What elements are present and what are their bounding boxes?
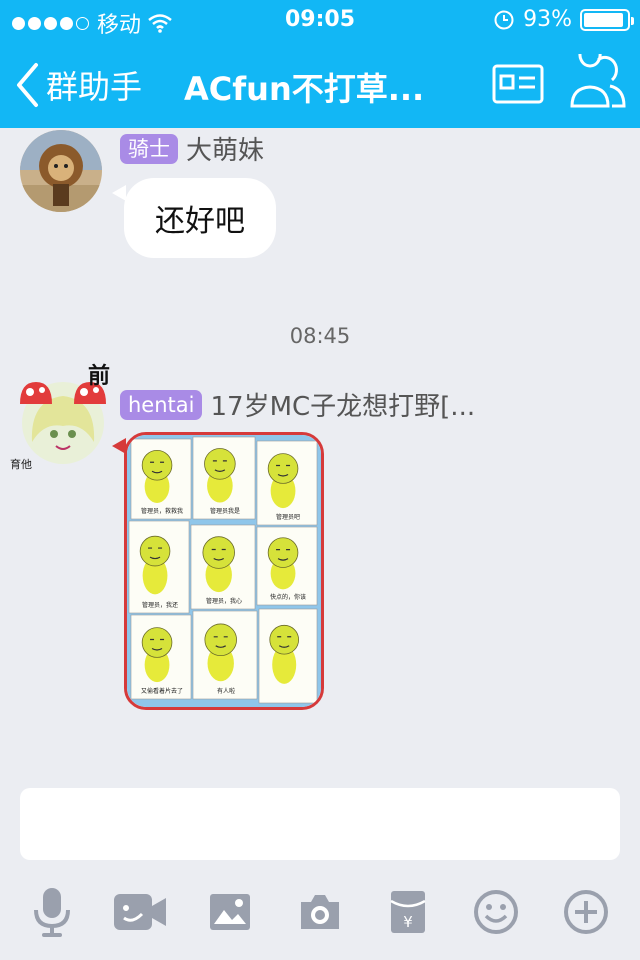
back-button[interactable]: 群助手 bbox=[14, 62, 142, 108]
meme-caption: 快点的，你该 bbox=[270, 593, 306, 601]
avatar-text-top: 前 bbox=[88, 364, 111, 389]
battery-icon bbox=[580, 8, 634, 31]
meme-caption: 管理员，我心 bbox=[206, 597, 242, 605]
back-label: 群助手 bbox=[46, 68, 143, 106]
microphone-icon bbox=[34, 888, 70, 937]
group-members-icon[interactable] bbox=[568, 54, 628, 112]
video-icon bbox=[114, 894, 166, 930]
bubble-tail bbox=[112, 185, 126, 201]
more-button[interactable] bbox=[556, 884, 616, 940]
sender-name: 大萌妹 bbox=[186, 136, 265, 166]
meme-panel: 管理员，我还 bbox=[128, 520, 190, 614]
sender-info: hentai 17岁MC子龙想打野[... bbox=[120, 386, 475, 423]
emoji-icon bbox=[474, 890, 518, 934]
alarm-icon bbox=[494, 10, 514, 29]
meme-caption: 管理员吧 bbox=[276, 513, 300, 521]
meme-caption: 管理员我是 bbox=[210, 507, 240, 515]
message-bubble[interactable]: 还好吧 bbox=[124, 178, 276, 258]
camera-icon bbox=[301, 895, 339, 929]
meme-panel: 管理员我是 bbox=[192, 436, 256, 520]
chat-title: ACfun不打草... bbox=[184, 70, 425, 108]
sender-info: 骑士 大萌妹 bbox=[120, 130, 264, 167]
group-card-icon[interactable] bbox=[492, 64, 544, 104]
member-badge: hentai bbox=[120, 389, 203, 420]
timestamp: 08:45 bbox=[289, 324, 351, 348]
input-toolbar: ¥ bbox=[0, 870, 640, 960]
message-input[interactable] bbox=[20, 788, 620, 860]
image-icon bbox=[210, 894, 250, 930]
red-packet-icon: ¥ bbox=[390, 891, 426, 933]
meme-panel: 又偷看着片去了 bbox=[130, 614, 192, 700]
meme-caption: 又偷看着片去了 bbox=[141, 687, 183, 695]
header: 移动 09:05 93% 群助手 ACfun不打草... bbox=[0, 0, 640, 128]
sender-name: 17岁MC子龙想打野[... bbox=[210, 392, 476, 422]
avatar-text-bottom: 育他 bbox=[10, 458, 32, 471]
nav-bar: 群助手 ACfun不打草... bbox=[0, 40, 640, 128]
svg-text:¥: ¥ bbox=[403, 913, 413, 931]
avatar-anime[interactable]: 前 育他 bbox=[6, 358, 116, 471]
meme-panel: 管理员吧 bbox=[256, 440, 318, 526]
member-badge: 骑士 bbox=[120, 133, 178, 164]
voice-button[interactable] bbox=[22, 884, 82, 940]
photo-button[interactable] bbox=[200, 884, 260, 940]
emoji-button[interactable] bbox=[466, 884, 526, 940]
meme-caption: 管理员，我还 bbox=[142, 601, 178, 609]
message-text: 还好吧 bbox=[155, 204, 245, 239]
meme-panel bbox=[258, 608, 318, 704]
meme-panel: 有人啦 bbox=[192, 610, 258, 700]
meme-caption: 管理员，救救我 bbox=[141, 507, 183, 515]
meme-panel: 快点的，你该 bbox=[256, 526, 318, 606]
image-message[interactable]: 管理员，救救我 管理员我是管理员吧管理员，我还 管理员，我心 快点的，你该又偷看着片去… bbox=[124, 432, 324, 710]
video-call-button[interactable] bbox=[110, 884, 170, 940]
meme-image: 管理员，救救我 管理员我是管理员吧管理员，我还 管理员，我心 快点的，你该又偷看着片去… bbox=[127, 435, 321, 707]
chevron-left-icon bbox=[17, 63, 38, 107]
plus-icon bbox=[564, 890, 608, 934]
status-right: 93% bbox=[493, 7, 634, 32]
status-bar: 移动 09:05 93% bbox=[0, 0, 640, 40]
meme-panel: 管理员，我心 bbox=[190, 524, 256, 610]
camera-button[interactable] bbox=[290, 884, 350, 940]
avatar-lion[interactable] bbox=[20, 130, 102, 212]
red-packet-button[interactable]: ¥ bbox=[378, 884, 438, 940]
battery-percent: 93% bbox=[523, 7, 572, 32]
meme-caption: 有人啦 bbox=[217, 687, 235, 695]
meme-panel: 管理员，救救我 bbox=[130, 438, 192, 520]
